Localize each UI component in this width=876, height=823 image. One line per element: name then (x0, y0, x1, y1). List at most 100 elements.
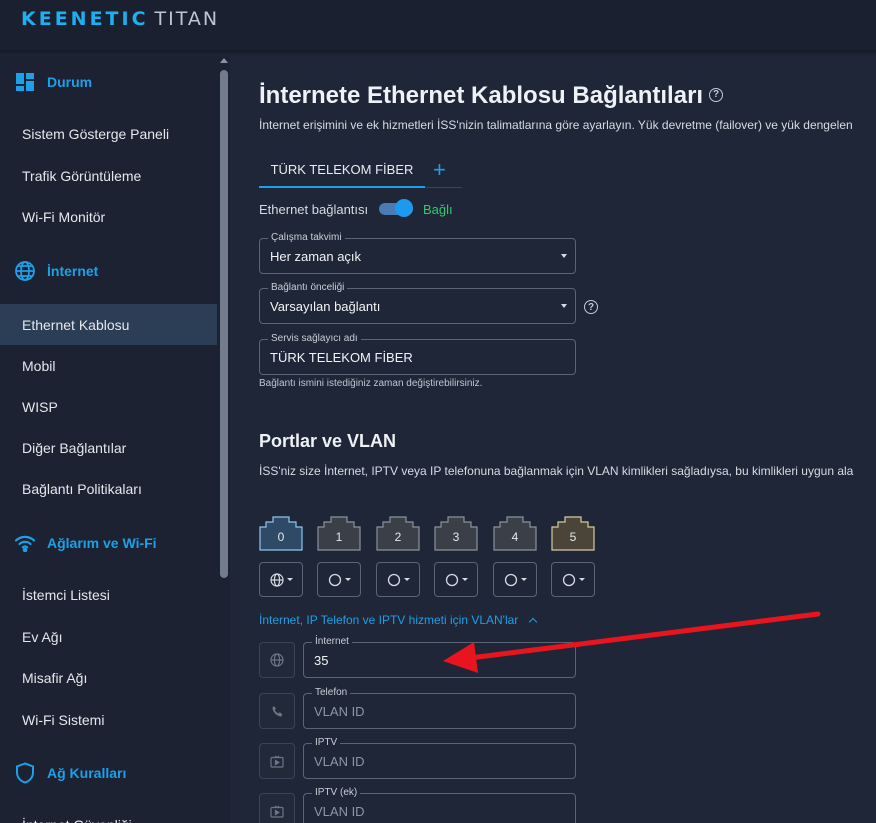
sidebar-item-istemci-listesi[interactable]: İstemci Listesi (0, 574, 217, 615)
phone-icon (271, 705, 282, 717)
chevron-down-icon (561, 304, 567, 308)
sidebar-section-aglarim-ve-wifi[interactable]: Ağlarım ve Wi-Fi (0, 523, 217, 563)
sidebar-section-internet[interactable]: İnternet (0, 251, 217, 291)
internet-vlan-icon (259, 642, 295, 678)
field-label: Servis sağlayıcı adı (268, 333, 361, 344)
sidebar-section-ag-kurallari[interactable]: Ağ Kuralları (0, 753, 217, 793)
port-1-mode-select[interactable] (317, 562, 361, 597)
sidebar-item-ethernet-kablosu[interactable]: Ethernet Kablosu (0, 304, 217, 345)
schedule-select[interactable]: Çalışma takvimi Her zaman açık (259, 232, 576, 274)
sidebar-item-wifi-monitor[interactable]: Wi-Fi Monitör (0, 196, 217, 237)
sidebar-section-label: İnternet (47, 263, 99, 279)
chevron-down-icon (461, 578, 468, 581)
field-value: 35 (314, 653, 329, 668)
toggle-knob (395, 199, 413, 217)
scroll-up-arrow-icon[interactable] (220, 58, 228, 63)
tab-turk-telekom-fiber[interactable]: TÜRK TELEKOM FİBER (259, 156, 425, 188)
chevron-up-icon (529, 617, 538, 627)
port-number: 2 (394, 530, 402, 544)
sidebar-item-wifi-sistemi[interactable]: Wi-Fi Sistemi (0, 699, 217, 740)
port-4[interactable]: 4 (493, 516, 537, 551)
sidebar-item-misafir-agi[interactable]: Misafir Ağı (0, 657, 217, 698)
port-number: 5 (569, 530, 577, 544)
field-placeholder: VLAN ID (314, 804, 365, 819)
port-3-mode-select[interactable] (434, 562, 478, 597)
phone-vlan-icon (259, 693, 295, 729)
sidebar-section-durum[interactable]: Durum (0, 62, 217, 102)
chevron-down-icon (403, 578, 410, 581)
page-title-text: İnternete Ethernet Kablosu Bağlantıları (259, 82, 704, 109)
sidebar-item-mobil[interactable]: Mobil (0, 345, 217, 386)
globe-icon (269, 572, 284, 587)
sidebar-item-ev-agi[interactable]: Ev Ağı (0, 616, 217, 657)
port-0[interactable]: 0 (259, 516, 303, 551)
phone-vlan-input[interactable]: Telefon VLAN ID (303, 687, 576, 729)
internet-vlan-input[interactable]: İnternet 35 (303, 636, 576, 678)
port-2[interactable]: 2 (376, 516, 420, 551)
add-connection-icon[interactable]: + (433, 159, 446, 181)
field-label: IPTV (ek) (312, 787, 361, 798)
globe-icon (270, 653, 284, 667)
field-placeholder: VLAN ID (314, 754, 365, 769)
port-number: 4 (511, 530, 519, 544)
circle-icon (504, 573, 517, 586)
help-icon[interactable]: ? (709, 87, 724, 102)
iptv-extra-vlan-input[interactable]: IPTV (ek) VLAN ID (303, 787, 576, 823)
priority-select[interactable]: Bağlantı önceliği Varsayılan bağlantı (259, 282, 576, 324)
field-value: TÜRK TELEKOM FİBER (270, 350, 413, 365)
port-4-mode-select[interactable] (493, 562, 537, 597)
chevron-down-icon (578, 578, 585, 581)
tv-icon (270, 805, 284, 818)
circle-icon (445, 573, 458, 586)
port-5[interactable]: 5 (551, 516, 595, 551)
circle-icon (387, 573, 400, 586)
sidebar-section-label: Ağ Kuralları (47, 765, 127, 781)
vlan-section-toggle-label: İnternet, IP Telefon ve IPTV hizmeti içi… (259, 613, 519, 627)
tv-icon (270, 755, 284, 768)
field-value: Varsayılan bağlantı (270, 299, 381, 314)
connection-tabs: TÜRK TELEKOM FİBER + (259, 156, 462, 188)
port-number: 0 (277, 530, 285, 544)
chevron-down-icon (520, 578, 527, 581)
sidebar-section-label: Durum (47, 74, 93, 90)
iptv-vlan-input[interactable]: IPTV VLAN ID (303, 737, 576, 779)
main-content: İnternete Ethernet Kablosu Bağlantıları?… (230, 56, 876, 823)
circle-icon (328, 573, 341, 586)
sidebar: Durum Sistem Gösterge Paneli Trafik Görü… (0, 56, 230, 823)
ports-section-title: Portlar ve VLAN (259, 431, 397, 451)
page-description: İnternet erişimini ve ek hizmetleri İSS'… (259, 118, 853, 132)
port-0-mode-select[interactable] (259, 562, 303, 597)
page-title: İnternete Ethernet Kablosu Bağlantıları? (259, 82, 724, 110)
sidebar-item-diger-baglantilar[interactable]: Diğer Bağlantılar (0, 427, 217, 468)
sidebar-item-trafik-goruntuleme[interactable]: Trafik Görüntüleme (0, 155, 217, 196)
shield-icon (14, 762, 36, 784)
port-number: 3 (452, 530, 460, 544)
field-label: Çalışma takvimi (268, 232, 345, 243)
sidebar-scroll-thumb[interactable] (220, 70, 228, 578)
sidebar-item-sistem-gosterge-paneli[interactable]: Sistem Gösterge Paneli (0, 113, 217, 154)
port-2-mode-select[interactable] (376, 562, 420, 597)
ethernet-connection-label: Ethernet bağlantısı (259, 202, 369, 217)
field-value: Her zaman açık (270, 249, 362, 264)
chevron-down-icon (286, 578, 293, 581)
globe-icon (14, 260, 36, 282)
sidebar-item-baglanti-politikalari[interactable]: Bağlantı Politikaları (0, 468, 217, 509)
ethernet-connection-toggle[interactable] (379, 199, 413, 217)
sidebar-item-wisp[interactable]: WISP (0, 386, 217, 427)
ports-section-description: İSS'niz size İnternet, IPTV veya IP tele… (259, 464, 854, 478)
port-5-mode-select[interactable] (551, 562, 595, 597)
model-name: TITAN (154, 8, 220, 30)
field-placeholder: VLAN ID (314, 704, 365, 719)
field-label: İnternet (312, 636, 352, 647)
brand-name: KEENETIC (21, 8, 149, 30)
field-label: Bağlantı önceliği (268, 282, 348, 293)
top-bar: KEENETIC TITAN (0, 0, 876, 50)
port-1[interactable]: 1 (317, 516, 361, 551)
port-3[interactable]: 3 (434, 516, 478, 551)
vlan-section-toggle[interactable]: İnternet, IP Telefon ve IPTV hizmeti içi… (259, 613, 538, 627)
sidebar-item-internet-guvenligi[interactable]: İnternet Güvenliği (0, 804, 217, 823)
provider-name-input[interactable]: Servis sağlayıcı adı TÜRK TELEKOM FİBER (259, 333, 576, 375)
keenetic-logo[interactable]: KEENETIC TITAN (21, 8, 219, 30)
priority-help-icon[interactable]: ? (584, 300, 598, 314)
provider-name-hint: Bağlantı ismini istediğiniz zaman değişt… (259, 378, 483, 389)
